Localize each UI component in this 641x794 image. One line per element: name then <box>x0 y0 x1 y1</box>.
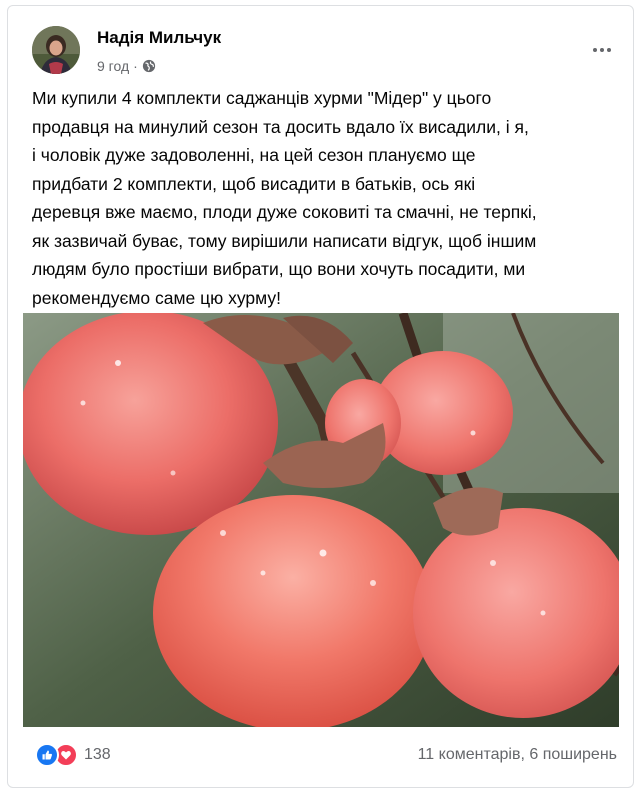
post-meta: 9 год · <box>97 58 156 74</box>
stats-separator: , <box>520 746 530 763</box>
avatar-image <box>32 26 80 74</box>
comments-count[interactable]: 11 коментарів <box>418 746 521 764</box>
engagement-stats: 11 коментарів, 6 поширень <box>418 746 617 764</box>
post-time[interactable]: 9 год <box>97 58 129 74</box>
post-footer: 138 11 коментарів, 6 поширень <box>23 730 619 780</box>
reactions-summary[interactable]: 138 <box>35 743 111 767</box>
persimmon-photo <box>23 313 619 727</box>
post-header: Надія Мильчук 9 год · <box>32 18 619 78</box>
post-card: Надія Мильчук 9 год · Ми купили 4 компле… <box>7 5 634 788</box>
author-name[interactable]: Надія Мильчук <box>97 28 221 48</box>
post-text: Ми купили 4 комплекти саджанців хурми "М… <box>32 88 537 308</box>
post-photo[interactable] <box>23 313 619 727</box>
reactions-count: 138 <box>84 746 111 763</box>
more-horizontal-icon[interactable] <box>587 40 617 60</box>
meta-separator: · <box>133 58 138 74</box>
shares-count[interactable]: 6 поширень <box>529 746 617 764</box>
like-icon <box>35 743 59 767</box>
globe-icon[interactable] <box>142 59 156 73</box>
author-avatar[interactable] <box>32 26 80 74</box>
